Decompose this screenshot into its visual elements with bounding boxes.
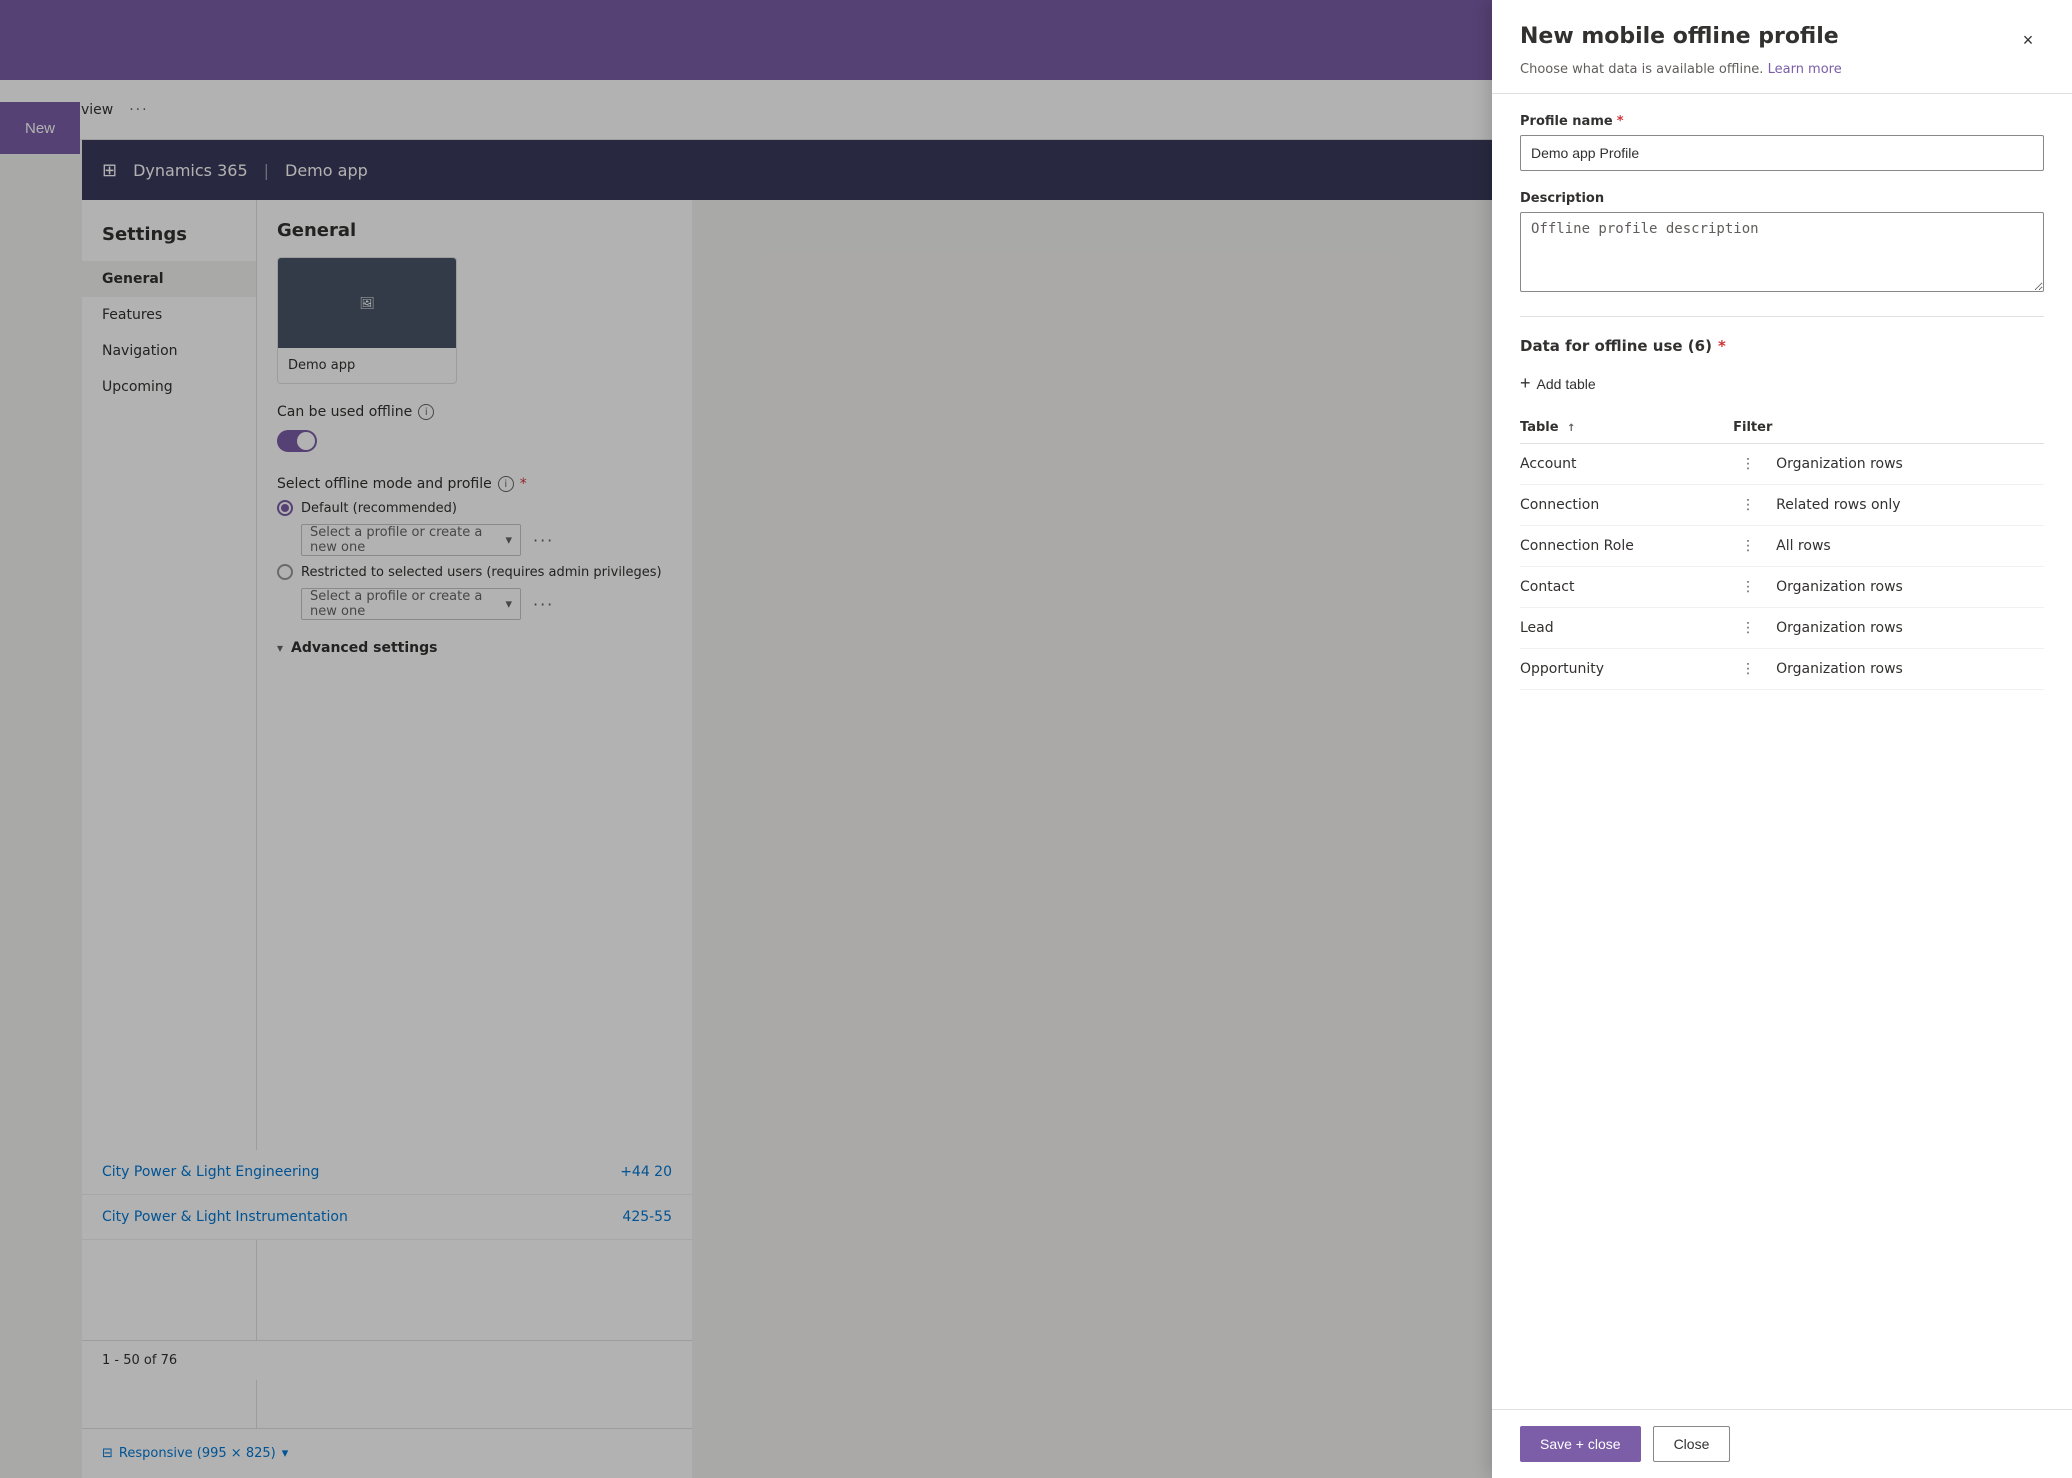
filter-value: Organization rows: [1776, 620, 1903, 636]
table-cell-filter: ⋮ All rows: [1733, 526, 2044, 567]
table-cell-filter: ⋮ Organization rows: [1733, 567, 2044, 608]
close-button[interactable]: Close: [1653, 1426, 1731, 1462]
profile-name-field-group: Profile name *: [1520, 114, 2044, 171]
table-cell-name: Opportunity: [1520, 649, 1733, 690]
table-cell-name: Contact: [1520, 567, 1733, 608]
row-dots-menu[interactable]: ⋮: [1733, 661, 1764, 677]
section-divider: [1520, 316, 2044, 317]
modal-panel: New mobile offline profile × Choose what…: [1492, 0, 2072, 1478]
filter-value: All rows: [1776, 538, 1831, 554]
modal-header: New mobile offline profile × Choose what…: [1492, 0, 2072, 94]
table-header-table: Table ↑: [1520, 412, 1733, 444]
table-row: Opportunity ⋮ Organization rows: [1520, 649, 2044, 690]
profile-name-label: Profile name *: [1520, 114, 2044, 129]
row-dots-menu[interactable]: ⋮: [1733, 497, 1764, 513]
modal-body: Profile name * Description Data for offl…: [1492, 94, 2072, 1409]
modal-close-button[interactable]: ×: [2012, 24, 2044, 56]
row-dots-menu[interactable]: ⋮: [1733, 579, 1764, 595]
table-cell-filter: ⋮ Organization rows: [1733, 444, 2044, 485]
description-label: Description: [1520, 191, 2044, 206]
table-row: Contact ⋮ Organization rows: [1520, 567, 2044, 608]
learn-more-link[interactable]: Learn more: [1768, 62, 1842, 77]
table-cell-name: Lead: [1520, 608, 1733, 649]
profile-name-input[interactable]: [1520, 135, 2044, 171]
table-cell-filter: ⋮ Related rows only: [1733, 485, 2044, 526]
row-dots-menu[interactable]: ⋮: [1733, 620, 1764, 636]
row-dots-menu[interactable]: ⋮: [1733, 538, 1764, 554]
filter-value: Organization rows: [1776, 456, 1903, 472]
profile-name-required: *: [1617, 114, 1624, 129]
save-close-button[interactable]: Save + close: [1520, 1426, 1641, 1462]
table-cell-name: Account: [1520, 444, 1733, 485]
data-section-title: Data for offline use (6) *: [1520, 337, 2044, 355]
data-section-required: *: [1718, 337, 1726, 355]
table-cell-name: Connection: [1520, 485, 1733, 526]
table-row: Lead ⋮ Organization rows: [1520, 608, 2044, 649]
table-row: Connection Role ⋮ All rows: [1520, 526, 2044, 567]
sort-icon: ↑: [1567, 423, 1575, 434]
modal-title-row: New mobile offline profile ×: [1520, 24, 2044, 56]
table-row: Connection ⋮ Related rows only: [1520, 485, 2044, 526]
table-header-filter: Filter: [1733, 412, 2044, 444]
row-dots-menu[interactable]: ⋮: [1733, 456, 1764, 472]
plus-icon: +: [1520, 373, 1531, 394]
add-table-button[interactable]: + Add table: [1520, 367, 1596, 400]
modal-footer: Save + close Close: [1492, 1409, 2072, 1478]
description-field-group: Description: [1520, 191, 2044, 296]
offline-data-table: Table ↑ Filter Account ⋮ Organization ro…: [1520, 412, 2044, 690]
modal-title: New mobile offline profile: [1520, 24, 1839, 49]
filter-value: Related rows only: [1776, 497, 1900, 513]
table-cell-name: Connection Role: [1520, 526, 1733, 567]
filter-value: Organization rows: [1776, 661, 1903, 677]
modal-subtitle: Choose what data is available offline. L…: [1520, 62, 2044, 77]
description-textarea[interactable]: [1520, 212, 2044, 292]
filter-value: Organization rows: [1776, 579, 1903, 595]
table-cell-filter: ⋮ Organization rows: [1733, 608, 2044, 649]
table-cell-filter: ⋮ Organization rows: [1733, 649, 2044, 690]
table-row: Account ⋮ Organization rows: [1520, 444, 2044, 485]
